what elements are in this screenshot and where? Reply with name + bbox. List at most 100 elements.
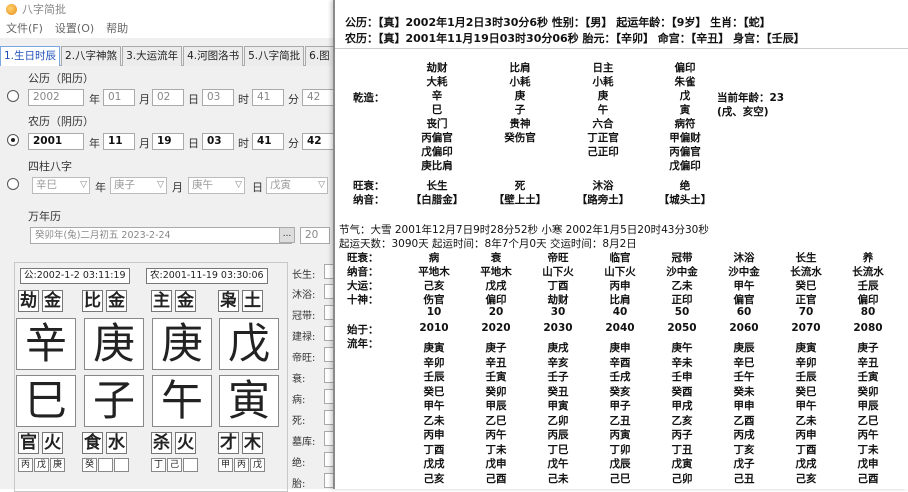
liunian-cell: 丁巳 [547, 443, 569, 456]
liunian-cell: 甲戌 [671, 400, 693, 412]
stage-label: 冠带: [292, 311, 316, 322]
liunian-cell: 丙子 [671, 429, 693, 441]
god-cell: 食 [82, 432, 103, 454]
calendar-field[interactable]: 癸卯年(兔)二月初五 2023-2-24 [30, 227, 292, 244]
pillars-radio[interactable] [7, 178, 19, 190]
liunian-cell: 壬申 [671, 371, 693, 383]
nayin-cell: 【白腊金】 [410, 194, 464, 206]
pillar-cell: 比肩 [509, 62, 531, 74]
liunian-cell: 辛丑 [857, 356, 879, 369]
pillar-cell: 日主 [592, 62, 614, 74]
month-pillar-select[interactable]: 庚子 ▽ [110, 177, 167, 194]
god-cell: 比 [82, 290, 103, 312]
tab-shensha[interactable]: 2.八字神煞 [61, 46, 122, 66]
bazi-main-window: 八字简批 文件(F) 设置(O) 帮助 1.生日时辰 2.八字神煞 3.大运流年… [0, 0, 340, 492]
dayun-cell: 己亥 [423, 280, 445, 292]
stage-label: 沐浴: [292, 290, 316, 301]
void-branches: (戌、亥空) [717, 106, 769, 118]
pillar-cell: 小耗 [509, 76, 531, 88]
liunian-cell: 己未 [547, 472, 569, 485]
liunian-cell: 丙戌 [733, 429, 755, 441]
solar-year-field[interactable]: 2002 [28, 89, 84, 106]
liunian-cell: 丙午 [857, 429, 879, 441]
divider [335, 48, 908, 49]
menu-bar: 文件(F) 设置(O) 帮助 [0, 18, 340, 38]
tab-jianpi[interactable]: 5.八字简批 [244, 46, 305, 66]
menu-file[interactable]: 文件(F) [6, 20, 43, 36]
pillar-cell: 庚 [597, 90, 609, 102]
dayun-cell: 2030 [543, 322, 573, 334]
liunian-cell: 戊寅 [671, 458, 693, 470]
year-stem: 辛 [16, 318, 76, 370]
liunian-cell: 壬午 [733, 371, 755, 383]
day-pillar-select[interactable]: 庚午 ▽ [188, 177, 245, 194]
liunian-cell: 庚子 [857, 342, 879, 354]
solar-radio[interactable] [7, 90, 19, 102]
minute-unit-label: 分 [288, 93, 299, 106]
dayun-cell: 长流水 [790, 266, 822, 278]
liunian-cell: 丙申 [423, 429, 445, 441]
lunar-second-field[interactable]: 42 [302, 133, 336, 150]
liunian-cell: 癸卯 [857, 385, 879, 398]
dayun-cell: 沐浴 [733, 252, 755, 264]
dayun-cell: 平地木 [480, 266, 512, 278]
liunian-cell: 己酉 [485, 472, 507, 485]
dayun-cell: 30 [550, 306, 566, 318]
liunian-cell: 己丑 [733, 472, 755, 485]
dayun-cell: 沙中金 [728, 266, 760, 278]
tab-hetu[interactable]: 4.河图洛书 [183, 46, 244, 66]
lunar-minute-field[interactable]: 41 [252, 133, 284, 150]
hour-pillar-select[interactable]: 戊寅 ▽ [266, 177, 328, 194]
pillar-cell: 戊 [679, 90, 691, 102]
pillar-cell: 巳 [431, 104, 443, 116]
tab-birth-time[interactable]: 1.生日时辰 [0, 46, 61, 66]
pillar-cell: 戊偏印 [421, 146, 453, 158]
liunian-cell: 乙未 [423, 414, 445, 427]
lunar-hour-field[interactable]: 03 [202, 133, 234, 150]
stage-label: 病: [292, 395, 306, 406]
lunar-radio[interactable] [7, 134, 19, 146]
solar-day-field[interactable]: 02 [152, 89, 184, 106]
solar-minute-field[interactable]: 41 [252, 89, 284, 106]
liunian-cell: 癸亥 [609, 385, 631, 398]
tab-chart[interactable]: 6.图 [305, 46, 334, 66]
liunian-cell: 辛酉 [609, 356, 631, 369]
solar-time-box: 公:2002-1-2 03:11:19 [20, 268, 130, 284]
liunian-cell: 己亥 [795, 472, 817, 485]
liunian-cell: 壬子 [547, 371, 569, 383]
liunian-cell: 辛卯 [795, 356, 817, 369]
liunian-cell: 戊辰 [609, 458, 631, 470]
calendar-browse-button[interactable]: ... [279, 227, 295, 243]
menu-help[interactable]: 帮助 [106, 20, 128, 36]
god-cell: 才 [218, 432, 239, 454]
tab-dayun[interactable]: 3.大运流年 [122, 46, 183, 66]
dayun-cell: 长生 [795, 252, 817, 264]
dayun-row-label: 大运： [347, 280, 379, 292]
nayin-cell: 【路旁土】 [576, 194, 630, 206]
lunar-month-field[interactable]: 11 [103, 133, 135, 150]
menu-settings[interactable]: 设置(O) [55, 20, 94, 36]
liunian-cell: 乙丑 [609, 414, 631, 427]
lunar-day-field[interactable]: 19 [152, 133, 184, 150]
year-pillar-select[interactable]: 辛巳 ▽ [32, 177, 90, 194]
hour-unit-label: 时 [238, 93, 249, 106]
solar-hour-field[interactable]: 03 [202, 89, 234, 106]
solar-second-field[interactable]: 42 [302, 89, 336, 106]
calendar-number-field[interactable]: 20 [300, 227, 330, 244]
current-age: 当前年龄：23 [717, 92, 785, 104]
dayun-cell: 2020 [481, 322, 511, 334]
hidden-stem: 癸 [82, 458, 97, 472]
liunian-cell: 辛亥 [547, 356, 569, 369]
lunar-year-field[interactable]: 2001 [28, 133, 84, 150]
year-unit-label: 年 [89, 93, 100, 106]
wangshuai-cell: 沐浴 [592, 180, 614, 192]
solar-month-field[interactable]: 01 [103, 89, 135, 106]
lunar-group-label: 农历（阴历） [28, 115, 94, 128]
liunian-cell: 己酉 [857, 472, 879, 485]
liunian-cell: 甲寅 [547, 400, 569, 412]
dayun-cell: 衰 [490, 252, 502, 264]
liunian-cell: 壬寅 [857, 371, 879, 383]
element-cell: 木 [242, 432, 263, 454]
hour-stem: 戊 [219, 318, 279, 370]
day-unit-label: 日 [188, 93, 199, 106]
